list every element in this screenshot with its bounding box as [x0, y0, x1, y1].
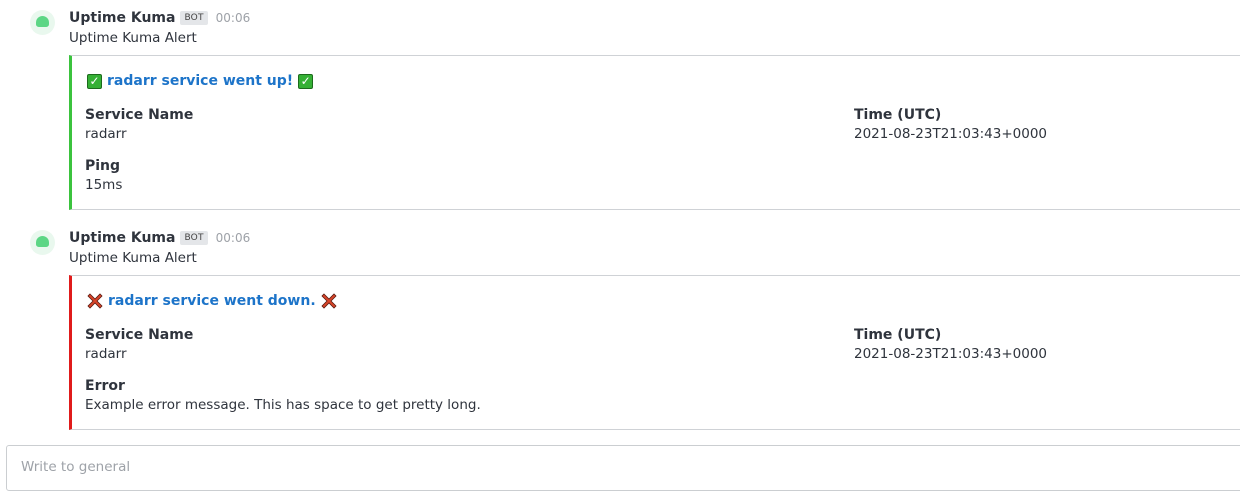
message-header: Uptime Kuma BOT 00:06 [69, 228, 250, 248]
cross-emoji-icon [87, 293, 103, 309]
field-label: Time (UTC) [854, 327, 942, 343]
field-value: radarr [85, 126, 127, 142]
attachment-title: ✓ radarr service went up! ✓ [87, 73, 314, 89]
username[interactable]: Uptime Kuma [69, 10, 175, 26]
attachment-card: ✓ radarr service went up! ✓ Service Name… [69, 55, 1240, 210]
message-composer[interactable]: Write to general [6, 445, 1240, 491]
field-value: 2021-08-23T21:03:43+0000 [854, 126, 1048, 142]
attachment-title-link[interactable]: radarr service went up! [107, 73, 293, 89]
timestamp[interactable]: 00:06 [216, 231, 251, 245]
field-value: Example error message. This has space to… [85, 397, 481, 413]
field-label: Service Name [85, 107, 194, 123]
field-error: Error Example error message. This has sp… [85, 377, 481, 415]
cross-emoji-icon [321, 293, 337, 309]
bot-avatar-icon [36, 236, 49, 247]
message-header: Uptime Kuma BOT 00:06 [69, 8, 250, 28]
username[interactable]: Uptime Kuma [69, 230, 175, 246]
field-service-name: Service Name radarr [85, 106, 193, 144]
field-label: Service Name [85, 327, 194, 343]
message-text: Uptime Kuma Alert [69, 30, 197, 46]
field-ping: Ping 15ms [85, 157, 122, 195]
field-label: Ping [85, 158, 121, 174]
field-value: radarr [85, 346, 127, 362]
bot-badge: BOT [180, 231, 208, 245]
field-time: Time (UTC) 2021-08-23T21:03:43+0000 [854, 106, 1047, 144]
field-service-name: Service Name radarr [85, 326, 193, 364]
attachment-card: radarr service went down. Service Name r… [69, 275, 1240, 430]
attachment-title: radarr service went down. [87, 293, 337, 309]
check-emoji-icon: ✓ [87, 73, 102, 89]
bot-avatar-icon [36, 16, 49, 27]
field-label: Error [85, 378, 125, 394]
attachment-title-link[interactable]: radarr service went down. [108, 293, 316, 309]
field-value: 15ms [85, 177, 123, 193]
field-label: Time (UTC) [854, 107, 942, 123]
message-text: Uptime Kuma Alert [69, 250, 197, 266]
check-emoji-icon: ✓ [298, 73, 314, 89]
composer-placeholder[interactable]: Write to general [21, 459, 130, 475]
bot-badge: BOT [180, 11, 208, 25]
avatar[interactable] [30, 10, 55, 35]
field-time: Time (UTC) 2021-08-23T21:03:43+0000 [854, 326, 1047, 364]
avatar[interactable] [30, 230, 55, 255]
field-value: 2021-08-23T21:03:43+0000 [854, 346, 1048, 362]
timestamp[interactable]: 00:06 [216, 11, 251, 25]
